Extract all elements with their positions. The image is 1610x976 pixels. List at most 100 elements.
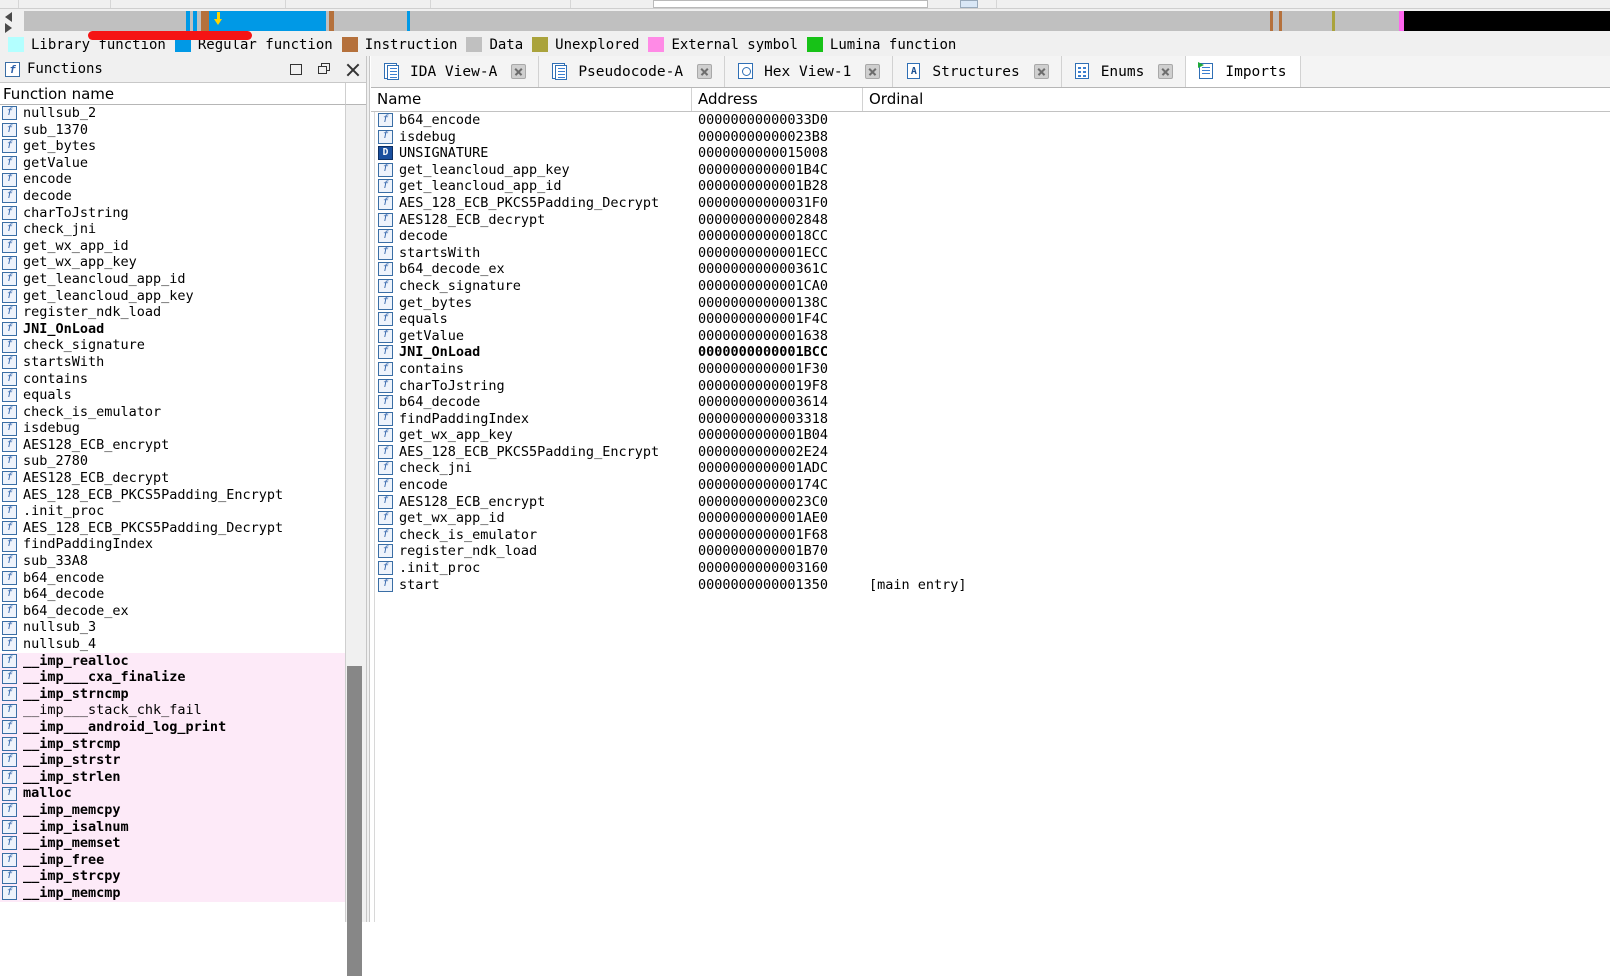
- function-list-item[interactable]: f __imp___android_log_print: [0, 718, 345, 736]
- function-list-item[interactable]: f check_signature: [0, 337, 345, 354]
- function-list-item[interactable]: f b64_encode: [0, 570, 345, 587]
- panel-splitter[interactable]: [366, 56, 370, 922]
- table-row[interactable]: f get_wx_app_id 0000000000001AE0: [371, 510, 1610, 527]
- close-icon[interactable]: [1158, 64, 1174, 79]
- table-row[interactable]: D UNSIGNATURE 0000000000015008: [371, 145, 1610, 162]
- maximize-icon[interactable]: [290, 63, 304, 77]
- function-list-item[interactable]: f __imp_strncmp: [0, 685, 345, 703]
- function-list-item[interactable]: f AES_128_ECB_PKCS5Padding_Decrypt: [0, 520, 345, 537]
- function-list-item[interactable]: f check_jni: [0, 221, 345, 238]
- nav-forward-arrow-icon[interactable]: [5, 23, 12, 33]
- table-row[interactable]: f findPaddingIndex 0000000000003318: [371, 411, 1610, 428]
- function-list-item[interactable]: f nullsub_2: [0, 105, 345, 122]
- nav-back-arrow-icon[interactable]: [5, 12, 12, 22]
- imports-table-header[interactable]: Name Address Ordinal: [371, 88, 1610, 112]
- function-list-item[interactable]: f sub_33A8: [0, 553, 345, 570]
- column-header-name[interactable]: Name: [377, 90, 421, 108]
- tab-enums[interactable]: Enums: [1061, 56, 1187, 87]
- function-list-item[interactable]: f get_leancloud_app_key: [0, 288, 345, 305]
- function-list-item[interactable]: f __imp_isalnum: [0, 818, 345, 836]
- tab-structures[interactable]: A Structures: [893, 56, 1062, 87]
- tab-ida-view-a[interactable]: IDA View-A: [371, 56, 540, 87]
- function-list-item[interactable]: f __imp_strlen: [0, 768, 345, 786]
- function-list-item[interactable]: f AES128_ECB_decrypt: [0, 470, 345, 487]
- column-divider[interactable]: [862, 88, 863, 111]
- function-list-item[interactable]: f getValue: [0, 155, 345, 172]
- functions-scrollbar-thumb[interactable]: [347, 666, 362, 976]
- table-row[interactable]: f get_leancloud_app_key 0000000000001B4C: [371, 162, 1610, 179]
- tab-imports[interactable]: Imports: [1186, 56, 1302, 87]
- table-row[interactable]: f AES_128_ECB_PKCS5Padding_Encrypt 0000000…: [371, 444, 1610, 461]
- function-list-item[interactable]: f equals: [0, 387, 345, 404]
- table-row[interactable]: f b64_decode 0000000000003614: [371, 394, 1610, 411]
- function-list-item[interactable]: f sub_1370: [0, 122, 345, 139]
- restore-icon[interactable]: [318, 62, 332, 77]
- function-list-item[interactable]: f encode: [0, 171, 345, 188]
- function-list-item[interactable]: f __imp_strcmp: [0, 735, 345, 753]
- function-list-item[interactable]: f __imp___stack_chk_fail: [0, 702, 345, 719]
- table-row[interactable]: f check_jni 0000000000001ADC: [371, 460, 1610, 477]
- function-list-item[interactable]: f __imp___cxa_finalize: [0, 669, 345, 686]
- close-icon[interactable]: [697, 64, 713, 79]
- function-list-item[interactable]: f nullsub_3: [0, 619, 345, 636]
- table-row[interactable]: f getValue 0000000000001638: [371, 328, 1610, 345]
- imports-table-body[interactable]: f b64_encode 00000000000033D0 f isdebug 00000…: [371, 112, 1610, 922]
- function-list-item[interactable]: f decode: [0, 188, 345, 205]
- column-divider[interactable]: [691, 88, 692, 111]
- function-list-item[interactable]: f __imp_memcmp: [0, 884, 345, 902]
- table-row[interactable]: f b64_encode 00000000000033D0: [371, 112, 1610, 129]
- function-list-item[interactable]: f get_wx_app_id: [0, 238, 345, 255]
- function-list-item[interactable]: f __imp_strcpy: [0, 868, 345, 885]
- function-list-item[interactable]: f JNI_OnLoad: [0, 321, 345, 338]
- function-list-item[interactable]: f .init_proc: [0, 503, 345, 520]
- tab-hex-view-1[interactable]: Hex View-1: [725, 56, 894, 87]
- function-list-item[interactable]: f findPaddingIndex: [0, 536, 345, 553]
- table-row[interactable]: f encode 000000000000174C: [371, 477, 1610, 494]
- function-list-item[interactable]: f get_bytes: [0, 138, 345, 155]
- table-row[interactable]: f b64_decode_ex 000000000000361C: [371, 261, 1610, 278]
- function-list-item[interactable]: f charToJstring: [0, 205, 345, 222]
- column-header-address[interactable]: Address: [698, 90, 758, 108]
- table-row[interactable]: f JNI_OnLoad 0000000000001BCC: [371, 344, 1610, 361]
- table-row[interactable]: f get_wx_app_key 0000000000001B04: [371, 427, 1610, 444]
- column-header-ordinal[interactable]: Ordinal: [869, 90, 923, 108]
- navigation-arrows[interactable]: [2, 9, 18, 33]
- function-list-item[interactable]: f __imp_free: [0, 851, 345, 869]
- function-list-item[interactable]: f AES_128_ECB_PKCS5Padding_Encrypt: [0, 487, 345, 504]
- table-row[interactable]: f AES128_ECB_encrypt 00000000000023C0: [371, 494, 1610, 511]
- function-list-item[interactable]: f __imp_memset: [0, 835, 345, 852]
- table-row[interactable]: f start 0000000000001350 [main entry]: [371, 577, 1610, 594]
- function-list-item[interactable]: f get_wx_app_key: [0, 254, 345, 271]
- table-row[interactable]: f startsWith 0000000000001ECC: [371, 245, 1610, 262]
- navigation-band[interactable]: [24, 11, 1610, 31]
- functions-column-header[interactable]: Function name: [0, 83, 345, 105]
- function-list-item[interactable]: f check_is_emulator: [0, 404, 345, 421]
- table-row[interactable]: f check_is_emulator 0000000000001F68: [371, 527, 1610, 544]
- function-list-item[interactable]: f __imp_strstr: [0, 752, 345, 769]
- function-list-item[interactable]: f __imp_realloc: [0, 652, 345, 670]
- function-list-item[interactable]: f contains: [0, 371, 345, 388]
- function-list-item[interactable]: f isdebug: [0, 420, 345, 437]
- close-icon[interactable]: [511, 64, 527, 79]
- function-list-item[interactable]: f nullsub_4: [0, 636, 345, 653]
- table-row[interactable]: f equals 0000000000001F4C: [371, 311, 1610, 328]
- table-row[interactable]: f decode 00000000000018CC: [371, 228, 1610, 245]
- function-list-item[interactable]: f b64_decode_ex: [0, 603, 345, 620]
- function-list-item[interactable]: f register_ndk_load: [0, 304, 345, 321]
- function-list-item[interactable]: f __imp_memcpy: [0, 801, 345, 819]
- close-icon[interactable]: [346, 63, 360, 77]
- function-list-item[interactable]: f b64_decode: [0, 586, 345, 603]
- table-row[interactable]: f get_leancloud_app_id 0000000000001B28: [371, 178, 1610, 195]
- table-row[interactable]: f register_ndk_load 0000000000001B70: [371, 543, 1610, 560]
- table-row[interactable]: f AES_128_ECB_PKCS5Padding_Decrypt 0000000…: [371, 195, 1610, 212]
- close-icon[interactable]: [865, 64, 881, 79]
- toolbar-go-button[interactable]: [960, 0, 978, 8]
- function-list-item[interactable]: f malloc: [0, 785, 345, 802]
- function-list-item[interactable]: f AES128_ECB_encrypt: [0, 437, 345, 454]
- table-row[interactable]: f contains 0000000000001F30: [371, 361, 1610, 378]
- table-row[interactable]: f AES128_ECB_decrypt 0000000000002848: [371, 212, 1610, 229]
- table-row[interactable]: f get_bytes 000000000000138C: [371, 295, 1610, 312]
- table-row[interactable]: f isdebug 00000000000023B8: [371, 129, 1610, 146]
- table-row[interactable]: f check_signature 0000000000001CA0: [371, 278, 1610, 295]
- tab-pseudocode-a[interactable]: Pseudocode-A: [539, 56, 726, 87]
